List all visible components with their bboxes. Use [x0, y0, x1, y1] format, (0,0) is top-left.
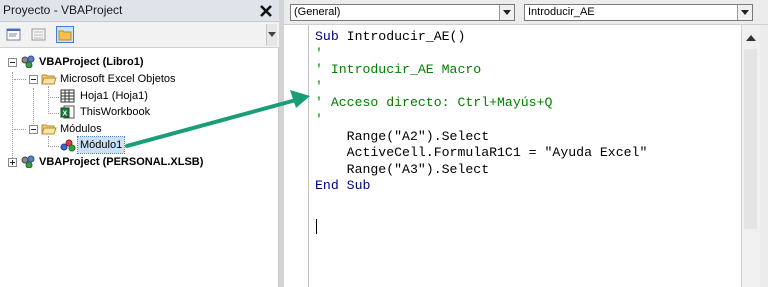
worksheet-icon [60, 89, 75, 103]
code-token: ' [315, 78, 323, 94]
code-line: Range("A3").Select [315, 162, 647, 179]
code-token: ' Acceso directo: Ctrl+Mayús+Q [315, 95, 553, 111]
folder-icon [58, 30, 72, 41]
vba-project-icon [21, 55, 35, 68]
tree-node-modules[interactable]: Módulos [0, 121, 270, 137]
svg-text:X: X [63, 111, 68, 118]
chevron-down-icon [268, 32, 276, 37]
code-token: ActiveCell.FormulaR1C1 = "Ayuda Excel" [315, 145, 648, 161]
scrollbar-thumb[interactable] [744, 49, 757, 229]
procedure-dropdown-value: Introducir_AE [528, 6, 595, 18]
code-line: ' [315, 46, 647, 63]
view-object-button[interactable] [30, 26, 48, 43]
code-lines: Sub Introducir_AE() ' ' Introducir_AE Macr… [315, 29, 647, 195]
tree-node-project-personal[interactable]: VBAProject (PERSONAL.XLSB) [0, 154, 270, 170]
vba-project-icon [21, 155, 35, 168]
tree-node-thisworkbook[interactable]: X ThisWorkbook [0, 104, 270, 120]
close-icon[interactable] [256, 0, 276, 22]
collapse-toggle[interactable] [29, 75, 38, 84]
code-token: ' [315, 111, 323, 127]
folder-open-icon [41, 124, 57, 135]
tree-label: Módulos [60, 123, 102, 135]
code-line: Range("A2").Select [315, 129, 647, 146]
code-token: Range("A2").Select [315, 128, 490, 144]
vertical-scrollbar[interactable] [741, 25, 760, 287]
project-explorer-titlebar: Proyecto - VBAProject [0, 0, 279, 22]
code-token: ' Introducir_AE Macro [315, 62, 482, 78]
code-token: ' [315, 45, 323, 61]
object-dropdown[interactable]: (General) [290, 4, 515, 21]
view-object-icon [31, 28, 46, 41]
toolbar-overflow-button[interactable] [266, 24, 277, 46]
code-line: ' [315, 112, 647, 129]
code-line: End Sub [315, 178, 647, 195]
window-edge [760, 25, 768, 287]
chevron-down-icon[interactable] [737, 5, 752, 20]
tree-node-module1[interactable]: Módulo1 [0, 136, 270, 154]
tree-label: Módulo1 [76, 136, 126, 154]
code-token: Introducir_AE() [346, 29, 466, 44]
workbook-icon: X [60, 105, 75, 119]
tree-label: Microsoft Excel Objetos [60, 73, 176, 85]
code-line: ' Acceso directo: Ctrl+Mayús+Q [315, 95, 647, 112]
code-editor[interactable]: Sub Introducir_AE() ' ' Introducir_AE Macr… [308, 25, 741, 287]
tree-label: VBAProject (PERSONAL.XLSB) [39, 156, 204, 168]
scroll-up-arrow-icon[interactable] [744, 31, 758, 45]
tree-label: ThisWorkbook [80, 106, 151, 118]
code-line: ' [315, 79, 647, 96]
tree-node-hoja1[interactable]: Hoja1 (Hoja1) [0, 88, 270, 104]
expand-toggle[interactable] [8, 158, 17, 167]
tree-node-excel-objects[interactable]: Microsoft Excel Objetos [0, 71, 270, 87]
code-line: ActiveCell.FormulaR1C1 = "Ayuda Excel" [315, 145, 648, 162]
code-token: Sub [315, 29, 347, 44]
procedure-dropdown[interactable]: Introducir_AE [524, 4, 753, 21]
tree-node-project-libro1[interactable]: VBAProject (Libro1) [0, 54, 270, 70]
text-caret [316, 219, 317, 234]
view-code-icon [6, 28, 21, 41]
tree-label: Hoja1 (Hoja1) [80, 90, 148, 102]
toggle-folders-button[interactable] [56, 26, 74, 43]
object-dropdown-value: (General) [294, 6, 341, 18]
chevron-down-icon[interactable] [499, 5, 514, 20]
collapse-toggle[interactable] [8, 58, 17, 67]
code-token: Range("A3").Select [315, 161, 490, 177]
tree-label: VBAProject (Libro1) [39, 56, 144, 68]
folder-open-icon [41, 74, 57, 85]
collapse-toggle[interactable] [29, 125, 38, 134]
code-token: End Sub [315, 178, 371, 194]
code-line: ' Introducir_AE Macro [315, 62, 647, 79]
code-line: Sub Introducir_AE() [315, 29, 647, 46]
project-explorer-toolbar [0, 22, 279, 48]
view-code-button[interactable] [5, 26, 23, 43]
project-explorer-title: Proyecto - VBAProject [3, 3, 123, 17]
module-icon [60, 139, 76, 152]
